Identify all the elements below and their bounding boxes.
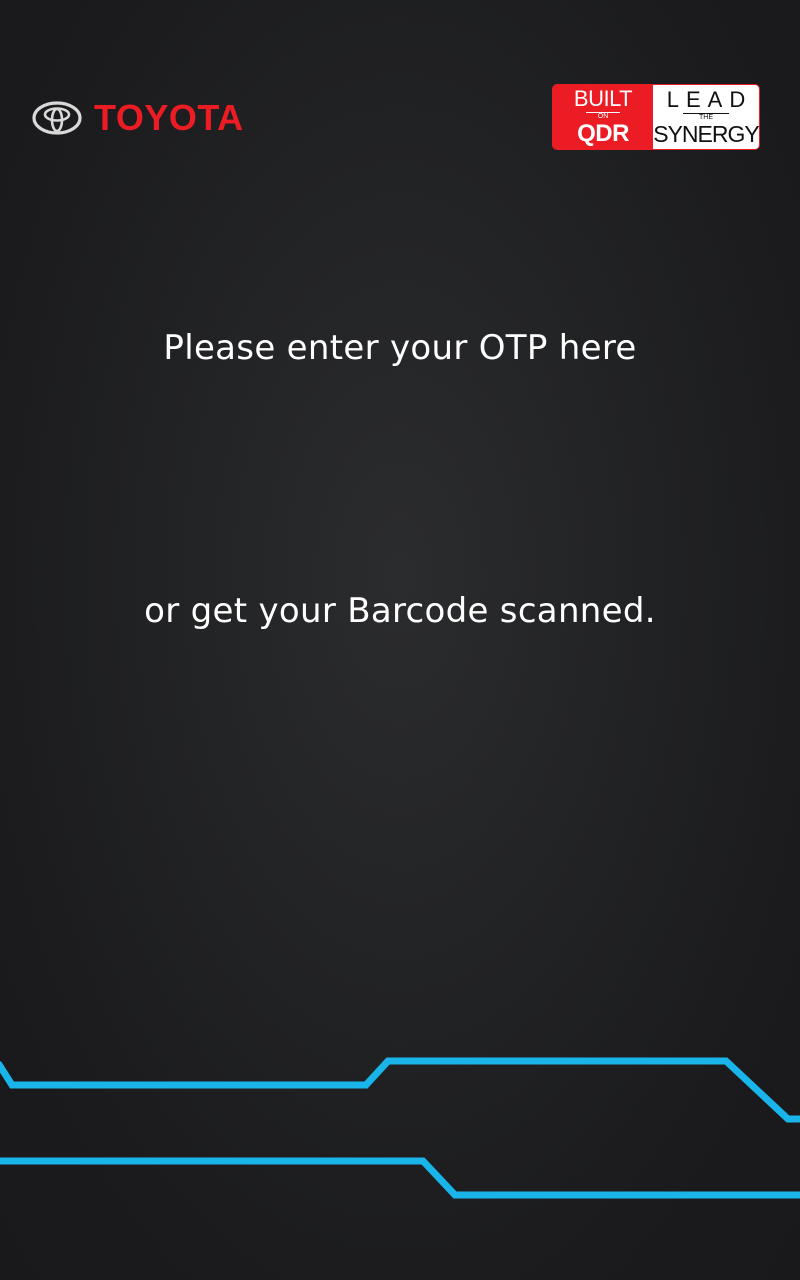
built-on-qdr-badge: BUILT ON QDR LEAD THE SYNERGY [552,84,760,150]
brand-wordmark: TOYOTA [94,97,244,138]
circuit-line-upper [0,1057,800,1123]
badge-right-panel: LEAD THE SYNERGY [653,85,759,149]
otp-prompt: Please enter your OTP here [163,328,637,368]
badge-on-text: ON [585,112,621,121]
badge-lead-text: LEAD [666,86,753,112]
barcode-prompt: or get your Barcode scanned. [144,591,656,631]
toyota-emblem-icon [32,101,82,135]
badge-synergy-text: SYNERGY [653,120,759,147]
circuit-line-lower [0,1157,800,1199]
badge-qdr-text: QDR [577,120,629,147]
toyota-logo: TOYOTA [32,100,244,136]
badge-built-text: BUILT [573,86,633,111]
badge-left-panel: BUILT ON QDR [553,85,653,149]
decorative-circuit-lines [0,1057,800,1199]
